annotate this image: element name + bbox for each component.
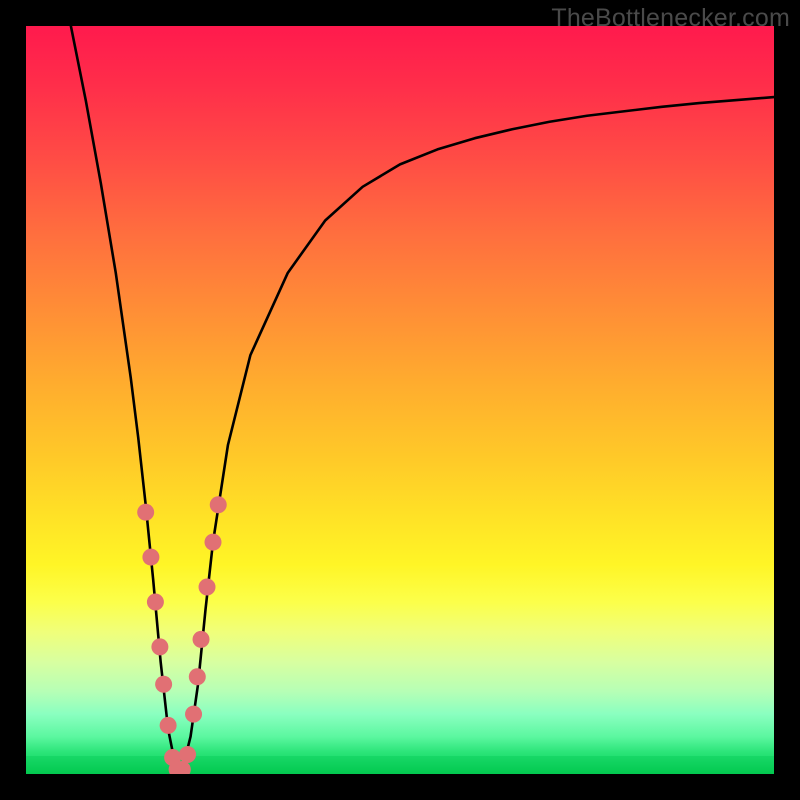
curve-marker: [160, 717, 177, 734]
curve-marker: [137, 504, 154, 521]
curve-marker: [147, 593, 164, 610]
curve-marker: [179, 746, 196, 763]
curve-marker: [210, 496, 227, 513]
curve-marker: [205, 534, 222, 551]
curve-marker: [185, 706, 202, 723]
curve-marker: [142, 549, 159, 566]
curve-marker: [151, 638, 168, 655]
bottleneck-curve-svg: [26, 26, 774, 774]
curve-marker: [193, 631, 210, 648]
curve-marker: [155, 676, 172, 693]
curve-marker: [189, 668, 206, 685]
bottleneck-curve-path: [71, 26, 774, 767]
chart-frame: TheBottlenecker.com: [0, 0, 800, 800]
marker-group: [137, 496, 227, 774]
plot-area: [26, 26, 774, 774]
watermark-text: TheBottlenecker.com: [551, 4, 790, 33]
curve-marker: [199, 579, 216, 596]
